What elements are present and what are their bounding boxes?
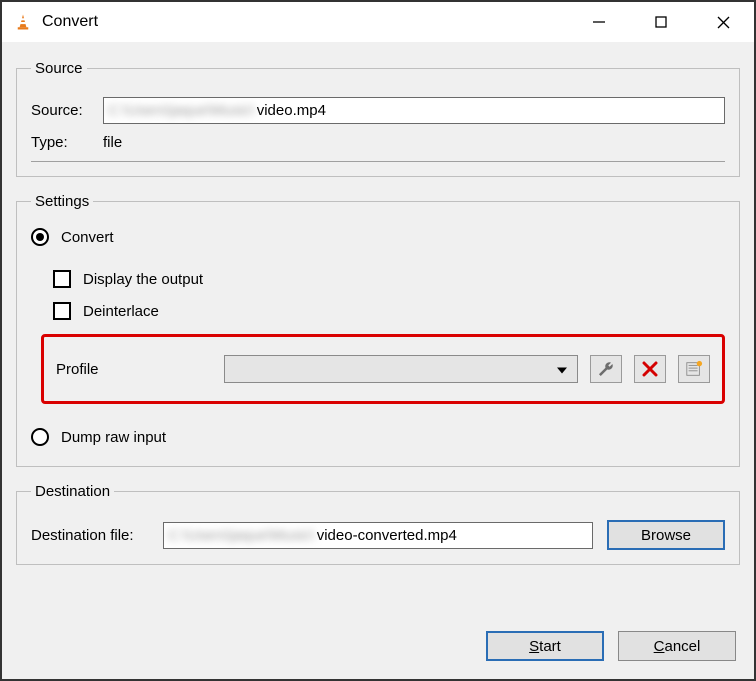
browse-button[interactable]: Browse — [607, 520, 725, 550]
profile-box: Profile — [41, 334, 725, 404]
minimize-icon — [593, 16, 605, 28]
titlebar[interactable]: Convert — [2, 2, 754, 42]
source-path-blurred: C:\Users\jaque\Music\ — [108, 102, 257, 119]
dialog-action-row: Start Cancel — [16, 625, 740, 665]
x-icon — [642, 361, 658, 377]
convert-radio-row[interactable]: Convert — [31, 228, 725, 246]
source-label: Source: — [31, 102, 103, 119]
settings-group: Settings Convert Display the output Dein… — [16, 193, 740, 467]
window-controls — [568, 2, 754, 42]
destination-label: Destination file: — [31, 527, 163, 544]
wrench-icon — [597, 360, 615, 378]
settings-legend: Settings — [31, 193, 93, 210]
window-title: Convert — [42, 13, 568, 31]
new-profile-button[interactable] — [678, 355, 710, 383]
source-group: Source Source: C:\Users\jaque\Music\ vid… — [16, 60, 740, 177]
source-legend: Source — [31, 60, 87, 77]
vlc-cone-icon — [14, 13, 32, 31]
list-new-icon — [685, 360, 703, 378]
destination-path-filename: video-converted.mp4 — [317, 527, 588, 544]
dump-raw-radio-row[interactable]: Dump raw input — [31, 428, 725, 446]
destination-path-input[interactable]: C:\Users\jaque\Music\ video-converted.mp… — [163, 522, 593, 549]
maximize-icon — [655, 16, 667, 28]
profile-dropdown[interactable] — [224, 355, 578, 383]
close-icon — [717, 16, 730, 29]
close-button[interactable] — [692, 2, 754, 42]
minimize-button[interactable] — [568, 2, 630, 42]
destination-path-blurred: C:\Users\jaque\Music\ — [168, 527, 317, 544]
start-button[interactable]: Start — [486, 631, 604, 661]
convert-radio[interactable] — [31, 228, 49, 246]
convert-dialog: Convert Source Source: C:\Users\jaque\Mu… — [0, 0, 756, 681]
source-path-filename: video.mp4 — [257, 102, 720, 119]
destination-legend: Destination — [31, 483, 114, 500]
deinterlace-checkbox[interactable] — [53, 302, 71, 320]
cancel-button-label: Cancel — [654, 638, 701, 655]
display-output-label: Display the output — [83, 271, 203, 288]
display-output-row[interactable]: Display the output — [53, 270, 725, 288]
source-path-input[interactable]: C:\Users\jaque\Music\ video.mp4 — [103, 97, 725, 124]
type-value: file — [103, 134, 122, 151]
maximize-button[interactable] — [630, 2, 692, 42]
display-output-checkbox[interactable] — [53, 270, 71, 288]
dump-raw-label: Dump raw input — [61, 429, 166, 446]
destination-group: Destination Destination file: C:\Users\j… — [16, 483, 740, 565]
source-divider — [31, 161, 725, 162]
type-label: Type: — [31, 134, 103, 151]
client-area: Source Source: C:\Users\jaque\Music\ vid… — [2, 42, 754, 679]
profile-label: Profile — [56, 361, 224, 378]
browse-button-label: Browse — [641, 527, 691, 544]
dump-raw-radio[interactable] — [31, 428, 49, 446]
cancel-button[interactable]: Cancel — [618, 631, 736, 661]
start-button-label: Start — [529, 638, 561, 655]
deinterlace-row[interactable]: Deinterlace — [53, 302, 725, 320]
convert-radio-label: Convert — [61, 229, 114, 246]
edit-profile-button[interactable] — [590, 355, 622, 383]
deinterlace-label: Deinterlace — [83, 303, 159, 320]
delete-profile-button[interactable] — [634, 355, 666, 383]
